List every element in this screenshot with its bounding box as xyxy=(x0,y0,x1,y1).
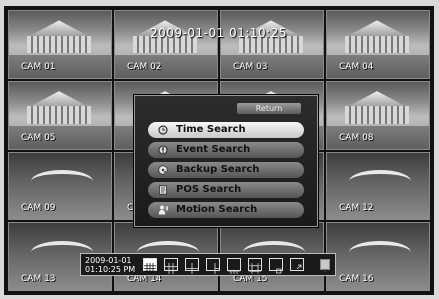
motion-person-icon xyxy=(158,205,168,215)
split-9-icon[interactable] xyxy=(164,258,178,274)
building xyxy=(345,35,409,54)
camera-tile-5[interactable]: CAM 05 xyxy=(8,80,112,150)
building xyxy=(345,106,409,124)
menu-item-label: POS Search xyxy=(176,184,242,195)
toolbar-date: 2009-01-01 xyxy=(85,256,132,265)
layout-toolbar: 2009-01-01 01:10:25 PM xyxy=(80,253,336,276)
building-roof xyxy=(346,91,407,108)
sequence-icon[interactable] xyxy=(290,258,304,271)
toolbar-time: 01:10:25 PM xyxy=(85,265,136,274)
camera-tile-3[interactable]: CAM 03 xyxy=(220,10,324,79)
camera-label: CAM 16 xyxy=(339,274,374,284)
return-button[interactable]: Return xyxy=(237,103,301,114)
building xyxy=(27,106,91,124)
dome-arc xyxy=(349,240,411,264)
split-6-icon[interactable] xyxy=(206,258,220,274)
system-clock: 2009-01-01 01:10:25 xyxy=(150,26,287,40)
menu-item-motion-search[interactable]: Motion Search xyxy=(148,202,304,218)
clock-icon xyxy=(158,125,168,135)
building xyxy=(27,35,91,54)
menu-item-time-search[interactable]: Time Search xyxy=(148,122,304,138)
camera-tile-9[interactable]: CAM 09 xyxy=(8,151,112,221)
toolbar-datetime: 2009-01-01 01:10:25 PM xyxy=(85,256,135,274)
search-menu: Return Time Search Event Search Backup S… xyxy=(134,95,318,227)
camera-tile-16[interactable]: CAM 16 xyxy=(326,222,430,291)
menu-item-label: Event Search xyxy=(176,144,251,155)
menu-item-pos-search[interactable]: POS Search xyxy=(148,182,304,198)
camera-tile-4[interactable]: CAM 04 xyxy=(326,10,430,79)
menu-item-label: Time Search xyxy=(176,124,246,135)
camera-label: CAM 05 xyxy=(21,132,56,143)
camera-label: CAM 02 xyxy=(127,61,162,72)
camera-label: CAM 13 xyxy=(21,274,56,284)
building-roof xyxy=(346,20,407,37)
building-roof xyxy=(28,91,89,108)
camera-label: C xyxy=(127,203,134,214)
backup-disc-icon xyxy=(158,165,168,175)
building-roof xyxy=(28,20,89,37)
camera-tile-8[interactable]: CAM 08 xyxy=(326,80,430,150)
camera-tile-2[interactable]: CAM 02 xyxy=(114,10,218,79)
dome-arc xyxy=(349,169,411,193)
split-4-icon[interactable] xyxy=(185,258,199,274)
camera-tile-1[interactable]: CAM 01 xyxy=(8,10,112,79)
camera-label: CAM 01 xyxy=(21,61,56,72)
menu-item-label: Motion Search xyxy=(176,204,258,215)
menu-item-backup-search[interactable]: Backup Search xyxy=(148,162,304,178)
dome-arc xyxy=(31,169,93,193)
camera-label: CAM 12 xyxy=(339,203,374,214)
menu-item-label: Backup Search xyxy=(176,164,260,175)
camera-label: CAM 09 xyxy=(21,203,56,214)
camera-label: CAM 04 xyxy=(339,61,374,72)
split-8-icon[interactable] xyxy=(227,258,241,274)
camera-tile-12[interactable]: CAM 12 xyxy=(326,151,430,221)
split-16-icon[interactable] xyxy=(143,258,157,274)
event-icon xyxy=(158,145,168,155)
menu-item-event-search[interactable]: Event Search xyxy=(148,142,304,158)
more-arrow-icon[interactable] xyxy=(320,259,330,273)
split-13-icon[interactable] xyxy=(248,258,262,274)
camera-label: CAM 03 xyxy=(233,61,268,72)
pos-receipt-icon xyxy=(158,185,168,195)
camera-label: CAM 08 xyxy=(339,132,374,143)
pip-icon[interactable] xyxy=(269,258,283,274)
